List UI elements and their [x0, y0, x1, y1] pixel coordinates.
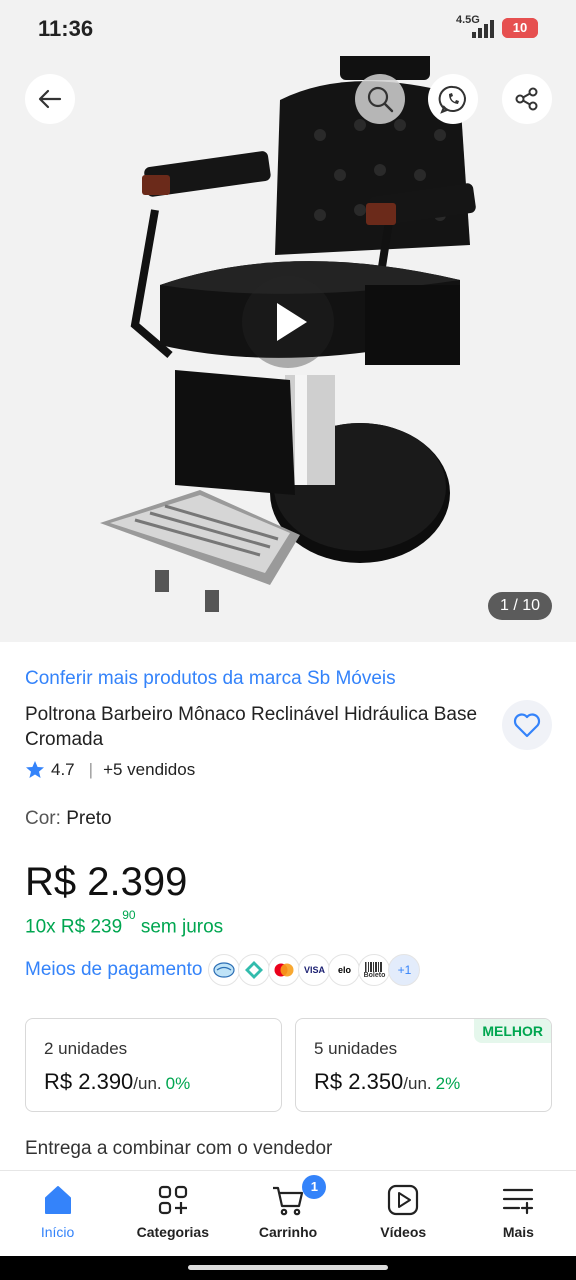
- offer-price: R$ 2.350/un. 2%: [314, 1069, 460, 1095]
- best-offer-badge: MELHOR: [474, 1019, 551, 1043]
- share-button[interactable]: [502, 74, 552, 124]
- star-icon: [26, 761, 44, 778]
- whatsapp-icon: [438, 85, 466, 114]
- quantity-offer-card[interactable]: 2 unidades R$ 2.390/un. 0%: [25, 1018, 282, 1112]
- offer-discount: 2%: [435, 1074, 461, 1093]
- offer-price-value: R$ 2.350: [314, 1069, 404, 1094]
- more-menu-icon: [503, 1188, 534, 1215]
- arrow-left-icon: [38, 89, 62, 109]
- back-button[interactable]: [25, 74, 75, 124]
- more-payment-methods[interactable]: +1: [388, 954, 421, 986]
- payment-methods-link[interactable]: Meios de pagamento: [25, 959, 202, 981]
- visa-icon: VISA: [298, 954, 331, 986]
- installments-cents: 90: [122, 908, 136, 922]
- offer-price-unit: /un.: [133, 1074, 162, 1093]
- nav-label: Categorias: [136, 1224, 209, 1240]
- installments-amount: 10x R$ 239: [25, 916, 123, 938]
- pix-icon: [238, 954, 271, 986]
- nav-item-home[interactable]: Início: [0, 1171, 115, 1256]
- bottom-navigation: Início Categorias 1 Carrinho Vídeos Mais: [0, 1170, 576, 1256]
- mastercard-icon: [268, 954, 301, 986]
- system-navigation-bar: [0, 1256, 576, 1280]
- cart-icon: [273, 1186, 304, 1216]
- offer-price-value: R$ 2.390: [44, 1069, 134, 1094]
- boleto-label: Boleto: [363, 971, 386, 979]
- quantity-offer-card[interactable]: MELHOR 5 unidades R$ 2.350/un. 2%: [295, 1018, 552, 1112]
- cart-badge: 1: [302, 1175, 327, 1199]
- search-icon: [367, 86, 394, 113]
- offer-price: R$ 2.390/un. 0%: [44, 1069, 190, 1095]
- payment-methods-row[interactable]: Meios de pagamento VISA elo Boleto +1: [25, 952, 421, 988]
- color-label: Cor:: [25, 808, 61, 829]
- mercado-pago-icon: [208, 954, 241, 986]
- home-gesture-handle[interactable]: [188, 1265, 388, 1270]
- heart-icon: [513, 713, 541, 738]
- home-icon: [44, 1186, 71, 1214]
- nav-item-categories[interactable]: Categorias: [115, 1171, 230, 1256]
- battery-icon: 10: [502, 18, 538, 38]
- status-time: 11:36: [38, 16, 94, 41]
- nav-label: Mais: [502, 1224, 534, 1240]
- whatsapp-share-button[interactable]: [428, 74, 478, 124]
- product-image-gallery[interactable]: 1 / 10: [0, 0, 576, 642]
- offer-discount: 0%: [165, 1074, 191, 1093]
- nav-label: Vídeos: [380, 1224, 427, 1240]
- color-selector[interactable]: Cor: Preto: [25, 808, 112, 830]
- offer-units: 2 unidades: [44, 1039, 128, 1058]
- boleto-icon: Boleto: [358, 954, 391, 986]
- product-title: Poltrona Barbeiro Mônaco Reclinável Hidr…: [25, 704, 478, 750]
- categories-icon: [158, 1185, 187, 1215]
- search-button[interactable]: [355, 74, 405, 124]
- status-bar: 11:36 4.5G 10: [0, 0, 576, 56]
- play-video-button[interactable]: [242, 276, 334, 368]
- color-value: Preto: [66, 808, 112, 829]
- nav-label: Início: [40, 1224, 75, 1240]
- product-price: R$ 2.399: [25, 860, 188, 904]
- sold-count: +5 vendidos: [103, 760, 196, 779]
- delivery-info: Entrega a combinar com o vendedor: [25, 1138, 333, 1159]
- installments-info: 10x R$ 23990 sem juros: [25, 908, 224, 938]
- share-icon: [515, 87, 538, 111]
- nav-item-more[interactable]: Mais: [461, 1171, 576, 1256]
- signal-icon: [472, 20, 494, 38]
- image-counter: 1 / 10: [488, 592, 552, 620]
- favorite-button[interactable]: [502, 700, 552, 750]
- offer-units: 5 unidades: [314, 1039, 398, 1058]
- play-video-icon: [388, 1184, 419, 1216]
- play-icon: [277, 303, 307, 341]
- nav-label: Carrinho: [258, 1224, 318, 1240]
- offer-price-unit: /un.: [403, 1074, 432, 1093]
- brand-products-link[interactable]: Conferir mais produtos da marca Sb Móvei…: [25, 668, 396, 690]
- nav-item-cart[interactable]: 1 Carrinho: [230, 1171, 345, 1256]
- elo-icon: elo: [328, 954, 361, 986]
- installments-suffix: sem juros: [140, 916, 224, 938]
- rating-row[interactable]: 4.7 | +5 vendidos: [25, 760, 195, 780]
- nav-item-videos[interactable]: Vídeos: [346, 1171, 461, 1256]
- divider: |: [88, 760, 94, 779]
- rating-value: 4.7: [51, 760, 75, 779]
